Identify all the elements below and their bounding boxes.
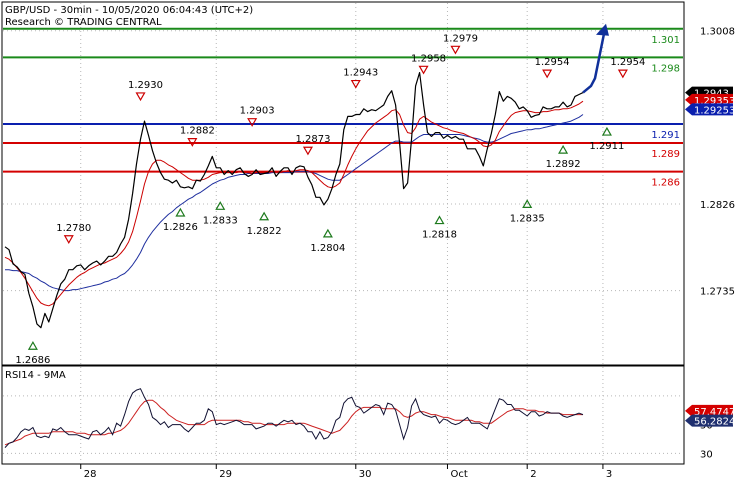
price-axis-label: 1.2735 <box>700 287 735 298</box>
swing-label: 1.2882 <box>180 126 215 137</box>
swing-label: 1.2822 <box>247 226 282 237</box>
swing-label: 1.2835 <box>510 213 545 224</box>
level-label: 1.291 <box>651 130 680 141</box>
chart-subtitle: Research © TRADING CENTRAL <box>5 17 162 28</box>
swing-label: 1.2943 <box>343 68 378 79</box>
chart-title: GBP/USD - 30min - 10/05/2020 06:04:43 (U… <box>5 5 253 16</box>
level-label: 1.298 <box>651 63 680 74</box>
swing-label: 1.2979 <box>443 33 478 44</box>
gbpusd-chart: 1.301 1.298 1.291 1.289 1.286 1.2686 1.2780 1.… <box>1 1 735 480</box>
price-tag-label: 1.29253 <box>694 105 735 116</box>
swing-label: 1.2911 <box>589 141 624 152</box>
rsi-title: RSI14 - 9MA <box>5 370 66 381</box>
swing-label: 1.2892 <box>546 159 581 170</box>
x-tick-label: 2 <box>530 469 536 480</box>
swing-label: 1.2954 <box>535 57 570 68</box>
swing-label: 1.2930 <box>128 80 163 91</box>
swing-label: 1.2780 <box>56 223 91 234</box>
price-axis-labels: 1.3008 1.2826 1.2735 <box>700 27 735 298</box>
rsi-panel: RSI14 - 9MA <box>1 365 685 465</box>
swing-label: 1.2804 <box>310 243 345 254</box>
swing-label: 1.2686 <box>15 355 50 366</box>
level-label: 1.301 <box>651 35 680 46</box>
rsi-axis-label: 30 <box>700 449 713 460</box>
swing-label: 1.2818 <box>422 230 457 241</box>
price-axis-label: 1.2826 <box>700 200 735 211</box>
x-axis: 28 29 30 Oct 2 3 <box>80 464 612 480</box>
price-axis: 1.3008 1.2826 1.2735 1.29431.293531.29253 <box>685 27 735 298</box>
x-tick-label: 30 <box>359 469 372 480</box>
x-tick-label: 3 <box>606 469 612 480</box>
x-tick-label: 29 <box>219 469 232 480</box>
x-tick-label: Oct <box>450 469 467 480</box>
swing-label: 1.2954 <box>610 57 645 68</box>
price-panel: 1.301 1.298 1.291 1.289 1.286 1.2686 1.2780 1.… <box>1 1 685 366</box>
price-axis-label: 1.3008 <box>700 27 735 38</box>
x-tick-label: 28 <box>84 469 97 480</box>
swing-label: 1.2833 <box>203 215 238 226</box>
rsi-value-tag-label: 56.2824 <box>694 417 735 428</box>
swing-label: 1.2826 <box>163 222 198 233</box>
swing-label: 1.2958 <box>411 53 446 64</box>
level-label: 1.289 <box>651 149 680 160</box>
price-tags: 1.29431.293531.29253 <box>685 86 735 116</box>
swing-label: 1.2873 <box>295 134 330 145</box>
swing-label: 1.2903 <box>240 106 275 117</box>
level-label: 1.286 <box>651 178 680 189</box>
rsi-axis: 503057.474756.2824 <box>685 404 735 460</box>
